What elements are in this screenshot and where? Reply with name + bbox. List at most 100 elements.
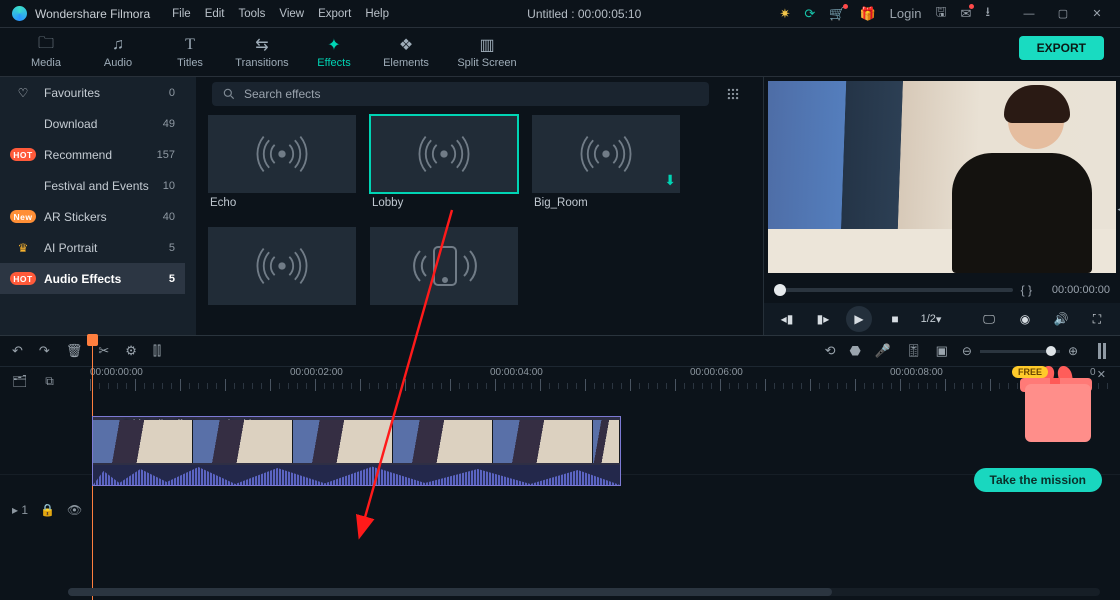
top-pane: ♡ Favourites 0 Download 49 HOT Recommend…: [0, 77, 1120, 335]
titlebar-right: ✷ ⟳ 🛒 🎁 Login 🖫 ✉ ⭳ — ▢ ✕: [779, 3, 1114, 25]
render-icon[interactable]: ⟲: [825, 343, 836, 359]
tab-titles[interactable]: T Titles: [154, 28, 226, 76]
window-close[interactable]: ✕: [1080, 3, 1114, 25]
app-logo-icon: [12, 6, 27, 21]
step-back-button[interactable]: ▮▸: [810, 306, 836, 332]
menu-export[interactable]: Export: [318, 8, 351, 20]
effect-echo[interactable]: Echo: [208, 115, 356, 213]
menu-edit[interactable]: Edit: [205, 8, 225, 20]
timeline-header: 🗂 ⧉ 00:00:00:00 00:00:02:00 00:00:04:00 …: [0, 366, 1120, 395]
menu-tools[interactable]: Tools: [239, 8, 266, 20]
tab-effects[interactable]: ✦ Effects: [298, 28, 370, 76]
preview-ratio[interactable]: 1/2 ▾: [918, 306, 944, 332]
audio-meter-icon[interactable]: [1098, 343, 1106, 359]
menu-view[interactable]: View: [279, 8, 304, 20]
tab-media[interactable]: 🗀 Media: [10, 28, 82, 76]
phone-sound-icon: [384, 239, 504, 293]
menu-file[interactable]: File: [172, 8, 191, 20]
track-index: ▸ 1: [12, 503, 28, 517]
sound-wave-icon: [551, 129, 661, 179]
visibility-icon[interactable]: 👁: [67, 503, 82, 517]
view-grid-icon[interactable]: [719, 83, 747, 105]
search-input[interactable]: Search effects: [212, 82, 709, 106]
refresh-icon[interactable]: ⟳: [804, 6, 815, 22]
lock-icon[interactable]: 🔒: [40, 503, 55, 517]
effect-big-room[interactable]: ⬇ Big_Room: [532, 115, 680, 213]
zoom-in-button[interactable]: ⊕: [1068, 344, 1078, 358]
tab-transitions[interactable]: ⇆ Transitions: [226, 28, 298, 76]
sidebar-item-audio-effects[interactable]: HOT Audio Effects 5: [0, 263, 185, 294]
preview-video[interactable]: [768, 81, 1116, 273]
time-ruler[interactable]: 00:00:00:00 00:00:02:00 00:00:04:00 00:0…: [90, 367, 1112, 395]
redo-button[interactable]: ↷: [39, 343, 50, 359]
fullscreen-button[interactable]: ⛶: [1084, 306, 1110, 332]
tab-split-screen[interactable]: ▥ Split Screen: [442, 28, 532, 76]
effect-item[interactable]: [208, 227, 356, 313]
marker-icon[interactable]: ⬣: [850, 343, 861, 359]
zoom-out-button[interactable]: ⊖: [962, 344, 972, 358]
sidebar-item-download[interactable]: Download 49: [0, 108, 185, 139]
sidebar-item-ai-portrait[interactable]: ♛ AI Portrait 5: [0, 232, 185, 263]
tab-elements[interactable]: ❖ Elements: [370, 28, 442, 76]
split-icon: ▥: [479, 35, 494, 55]
take-mission-button[interactable]: Take the mission: [974, 468, 1102, 492]
mail-icon[interactable]: ✉: [961, 6, 972, 22]
tab-audio[interactable]: ♫ Audio: [82, 28, 154, 76]
audio-bars-icon[interactable]: ⫿⫿: [153, 343, 161, 359]
volume-button[interactable]: 🔊: [1048, 306, 1074, 332]
undo-button[interactable]: ↶: [12, 343, 23, 359]
track-options-icon[interactable]: 🗂: [12, 374, 27, 388]
lightbulb-icon[interactable]: ✷: [779, 6, 790, 22]
main-menu: File Edit Tools View Export Help: [172, 8, 389, 20]
app-name: Wondershare Filmora: [35, 7, 150, 21]
play-button[interactable]: ▶: [846, 306, 872, 332]
preview-timecode: 00:00:00:00: [1040, 284, 1110, 296]
download-icon[interactable]: ⭳: [985, 3, 990, 25]
music-icon: ♫: [112, 35, 124, 55]
cut-button[interactable]: ✂: [98, 343, 109, 359]
hot-badge: HOT: [10, 148, 36, 161]
save-icon[interactable]: 🖫: [935, 3, 946, 25]
mixer-icon[interactable]: 🎚: [905, 343, 922, 359]
zoom-control: ⊖ ⊕: [962, 344, 1078, 358]
export-button[interactable]: EXPORT: [1019, 36, 1104, 60]
sidebar-item-ar-stickers[interactable]: New AR Stickers 40: [0, 201, 185, 232]
login-link[interactable]: Login: [890, 6, 922, 21]
preview-controls: ◂▮ ▮▸ ▶ ■ 1/2 ▾ 🖵 ◉ 🔊 ⛶: [764, 303, 1120, 335]
preview-marks: { }: [1021, 283, 1032, 297]
window-minimize[interactable]: —: [1012, 3, 1046, 25]
gift-icon[interactable]: 🎁: [859, 6, 875, 22]
ribbon: 🗀 Media ♫ Audio T Titles ⇆ Transitions ✦…: [0, 28, 1120, 77]
effects-area: Search effects Echo Lobby ⬇ Big_Room: [196, 77, 763, 335]
link-icon[interactable]: ⧉: [45, 374, 54, 389]
effect-lobby[interactable]: Lobby: [370, 115, 518, 213]
sidebar-item-recommend[interactable]: HOT Recommend 157: [0, 139, 185, 170]
mic-icon[interactable]: 🎤: [875, 343, 891, 359]
snapshot-button[interactable]: ◉: [1012, 306, 1038, 332]
delete-button[interactable]: 🗑: [66, 343, 83, 359]
cart-icon[interactable]: 🛒: [829, 6, 845, 22]
scrub-handle[interactable]: [774, 284, 786, 296]
crop-icon[interactable]: ▣: [936, 343, 948, 359]
window-maximize[interactable]: ▢: [1046, 3, 1080, 25]
preview-scrub: { } 00:00:00:00: [764, 277, 1120, 303]
effect-phone[interactable]: [370, 227, 518, 313]
video-track[interactable]: Add Audio effects sample video: [92, 416, 1112, 486]
effects-grid: Echo Lobby ⬇ Big_Room: [196, 111, 763, 317]
scrub-track[interactable]: [774, 288, 1013, 292]
gift-promo[interactable]: FREE: [1014, 364, 1102, 460]
stop-button[interactable]: ■: [882, 306, 908, 332]
video-clip[interactable]: Add Audio effects sample video: [92, 416, 621, 486]
timeline-panel: ↶ ↷ 🗑 ✂ ⚙ ⫿⫿ ⟲ ⬣ 🎤 🎚 ▣ ⊖ ⊕ ✕ 🗂 ⧉ 00:00:0…: [0, 335, 1120, 600]
menu-help[interactable]: Help: [365, 8, 389, 20]
sound-wave-icon: [227, 129, 337, 179]
prev-frame-button[interactable]: ◂▮: [774, 306, 800, 332]
preview-display-icon[interactable]: 🖵: [976, 306, 1002, 332]
download-arrow-icon[interactable]: ⬇: [664, 172, 676, 189]
document-title: Untitled : 00:00:05:10: [389, 7, 779, 21]
settings-icon[interactable]: ⚙: [125, 343, 137, 359]
sidebar-item-favourites[interactable]: ♡ Favourites 0: [0, 77, 185, 108]
timeline-scrollbar[interactable]: [68, 588, 1100, 596]
sidebar-item-festival[interactable]: Festival and Events 10: [0, 170, 185, 201]
zoom-slider[interactable]: [980, 350, 1060, 353]
